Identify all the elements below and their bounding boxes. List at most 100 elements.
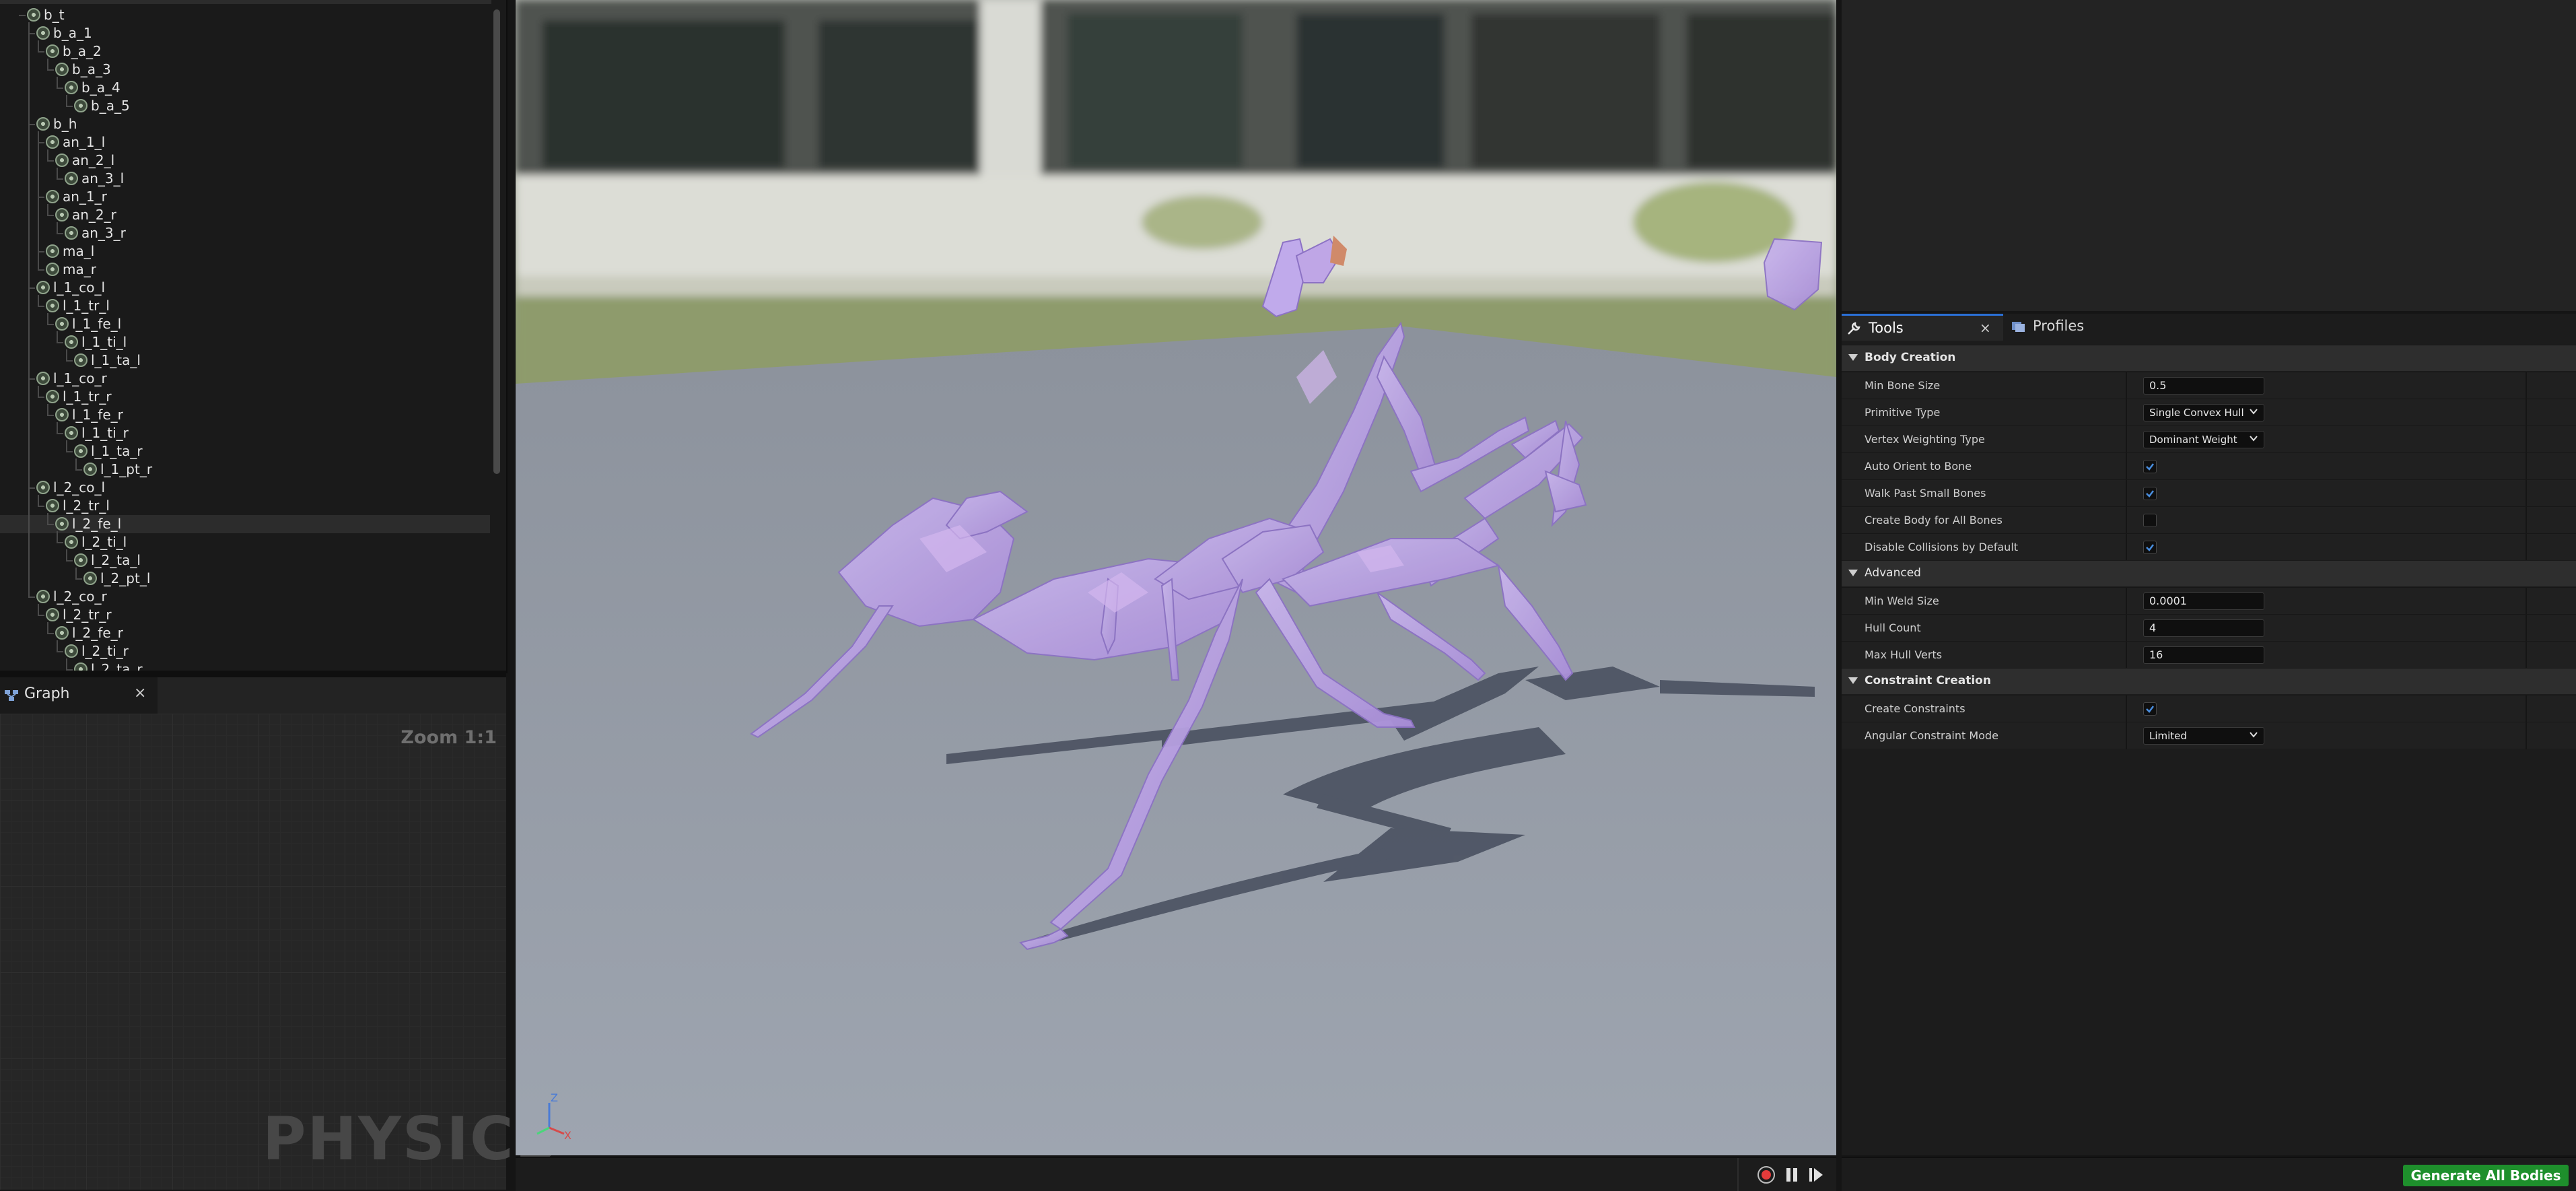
property-dropdown[interactable]: Single Convex Hull xyxy=(2143,404,2264,421)
bone-icon xyxy=(65,644,78,658)
tree-item[interactable]: an_1_l xyxy=(46,133,105,151)
collapse-arrow-icon[interactable] xyxy=(1848,354,1858,361)
section-title: Body Creation xyxy=(1865,351,1956,364)
bone-icon xyxy=(65,226,78,240)
property-checkbox[interactable] xyxy=(2143,460,2157,473)
property-dropdown[interactable]: Dominant Weight xyxy=(2143,431,2264,448)
bone-icon xyxy=(55,407,69,421)
pause-icon[interactable] xyxy=(1782,1165,1801,1184)
property-checkbox[interactable] xyxy=(2143,487,2157,500)
column-splitter[interactable] xyxy=(2126,426,2127,453)
tree-item[interactable]: l_1_fe_r xyxy=(55,406,123,424)
tree-item[interactable]: b_a_4 xyxy=(65,79,120,97)
graph-tab[interactable]: Graph × xyxy=(0,677,158,714)
tree-item[interactable]: b_a_2 xyxy=(46,42,102,61)
property-label: Min Bone Size xyxy=(1865,379,1941,392)
tree-item[interactable]: an_3_l xyxy=(65,170,124,188)
property-label: Create Constraints xyxy=(1865,702,1965,715)
tree-item[interactable]: l_2_ti_r xyxy=(65,642,129,660)
bone-icon xyxy=(46,244,59,258)
tree-item[interactable]: an_2_r xyxy=(55,206,116,224)
property-checkbox[interactable] xyxy=(2143,541,2157,554)
generate-all-bodies-button[interactable]: Generate All Bodies xyxy=(2403,1165,2569,1186)
column-splitter[interactable] xyxy=(2126,695,2127,722)
tree-scrollbar[interactable] xyxy=(493,9,500,474)
tree-item[interactable]: l_2_pt_l xyxy=(83,570,150,588)
column-splitter[interactable] xyxy=(2126,399,2127,426)
column-splitter[interactable] xyxy=(2126,615,2127,642)
section-header[interactable]: Advanced xyxy=(1842,560,2576,586)
column-splitter[interactable] xyxy=(2126,480,2127,507)
tree-item[interactable]: l_1_fe_l xyxy=(55,315,121,333)
column-splitter[interactable] xyxy=(2126,507,2127,534)
tab-profiles[interactable]: Profiles xyxy=(2009,314,2143,341)
property-dropdown[interactable]: Limited xyxy=(2143,727,2264,745)
tree-item[interactable]: l_2_co_r xyxy=(36,588,107,606)
profiles-icon xyxy=(2012,322,2025,332)
tree-item[interactable]: l_1_co_l xyxy=(36,279,105,297)
property-checkbox[interactable] xyxy=(2143,514,2157,527)
tree-item[interactable]: b_a_3 xyxy=(55,61,111,79)
tab-tools-close-icon[interactable]: × xyxy=(1980,320,1991,336)
column-splitter[interactable] xyxy=(2126,534,2127,561)
tree-item-label: l_1_tr_r xyxy=(63,388,112,405)
property-label: Hull Count xyxy=(1865,621,1921,634)
property-label: Primitive Type xyxy=(1865,406,1941,419)
tree-item[interactable]: l_1_tr_l xyxy=(46,297,110,315)
tree-item[interactable]: l_1_ti_l xyxy=(65,333,127,351)
tree-item[interactable]: an_3_r xyxy=(65,224,126,242)
step-forward-icon[interactable] xyxy=(1807,1165,1825,1184)
tree-item[interactable]: b_a_1 xyxy=(36,24,92,42)
tree-item[interactable]: b_t xyxy=(27,6,65,24)
tree-item[interactable]: l_2_co_l xyxy=(36,479,105,497)
property-checkbox[interactable] xyxy=(2143,702,2157,716)
tree-item[interactable]: b_h xyxy=(36,115,77,133)
tree-item[interactable]: an_1_r xyxy=(46,188,107,206)
tab-tools[interactable]: Tools × xyxy=(1842,314,2003,341)
property-label: Walk Past Small Bones xyxy=(1865,487,1986,500)
tree-item-label: an_3_r xyxy=(81,225,126,241)
bone-icon xyxy=(27,7,40,22)
tree-item-label: an_3_l xyxy=(81,170,125,186)
tree-item[interactable]: l_2_ti_l xyxy=(65,533,127,551)
property-text-input[interactable]: 16 xyxy=(2143,646,2264,664)
column-splitter[interactable] xyxy=(2126,453,2127,480)
property-text-input[interactable]: 4 xyxy=(2143,619,2264,637)
column-splitter xyxy=(2526,399,2527,426)
property-text-input[interactable]: 0.5 xyxy=(2143,377,2264,395)
tree-item[interactable]: l_2_fe_r xyxy=(55,624,123,642)
tree-item[interactable]: l_1_co_r xyxy=(36,370,107,388)
viewport[interactable]: Z X xyxy=(516,0,1836,1155)
column-splitter[interactable] xyxy=(2126,372,2127,399)
tree-item[interactable]: an_2_l xyxy=(55,151,114,170)
tree-item[interactable]: l_1_tr_r xyxy=(46,388,112,406)
tree-item[interactable]: l_2_tr_r xyxy=(46,606,112,624)
tree-item[interactable]: ma_l xyxy=(46,242,94,261)
section-header[interactable]: Body Creation xyxy=(1842,345,2576,371)
column-splitter[interactable] xyxy=(2126,642,2127,669)
tree-item[interactable]: l_1_ta_r xyxy=(74,442,143,461)
record-icon[interactable] xyxy=(1757,1165,1776,1184)
column-splitter xyxy=(2526,615,2527,642)
bone-icon xyxy=(36,371,50,385)
tree-item[interactable]: l_2_tr_l xyxy=(46,497,110,515)
tree-item[interactable]: l_1_ti_r xyxy=(65,424,129,442)
section-header[interactable]: Constraint Creation xyxy=(1842,668,2576,694)
tree-connector xyxy=(38,295,39,306)
tree-item[interactable]: l_2_fe_l xyxy=(55,515,121,533)
property-text-input[interactable]: 0.0001 xyxy=(2143,592,2264,610)
tree-item-label: l_1_pt_r xyxy=(100,461,153,477)
collapse-arrow-icon[interactable] xyxy=(1848,677,1858,684)
tree-item[interactable]: l_1_ta_l xyxy=(74,351,141,370)
tree-item[interactable]: ma_r xyxy=(46,261,96,279)
column-splitter[interactable] xyxy=(2126,588,2127,615)
column-splitter[interactable] xyxy=(2126,722,2127,749)
tree-item[interactable]: l_2_ta_l xyxy=(74,551,141,570)
graph-tab-close-icon[interactable]: × xyxy=(134,685,146,702)
collapse-arrow-icon[interactable] xyxy=(1848,570,1858,576)
tree-connector xyxy=(38,40,39,52)
bone-icon xyxy=(55,153,69,167)
graph-canvas[interactable]: Zoom 1:1 PHYSICS xyxy=(0,714,559,1190)
tree-item[interactable]: b_a_5 xyxy=(74,97,130,115)
tree-item[interactable]: l_1_pt_r xyxy=(83,461,152,479)
